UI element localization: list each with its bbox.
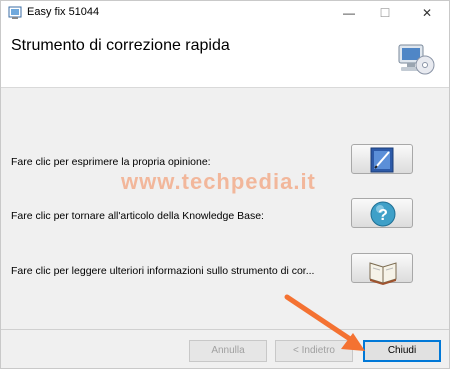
svg-text:?: ? [378, 207, 388, 224]
feedback-label: Fare clic per esprimere la propria opini… [11, 156, 211, 168]
easy-fix-window: Easy fix 51044 — ☐ ✕ Strumento di correz… [0, 0, 450, 369]
watermark-text: www.techpedia.it [121, 169, 316, 194]
more-info-label: Fare clic per leggere ulteriori informaz… [11, 265, 315, 277]
minimize-button[interactable]: — [331, 1, 367, 25]
close-window-button[interactable]: ✕ [409, 1, 445, 25]
open-book-icon [369, 262, 397, 285]
knowledge-base-label: Fare clic per tornare all'articolo della… [11, 210, 264, 222]
pointer-arrow-icon [284, 294, 365, 351]
feedback-button[interactable] [351, 144, 413, 174]
knowledge-base-button[interactable]: ? [351, 198, 413, 228]
computer-cd-icon [398, 44, 435, 75]
page-title: Strumento di correzione rapida [11, 37, 230, 54]
app-icon [8, 6, 22, 19]
title-bar: Easy fix 51044 — ☐ ✕ [1, 1, 449, 25]
window-title: Easy fix 51044 [27, 6, 100, 18]
help-question-icon: ? [370, 201, 396, 227]
wizard-header: Strumento di correzione rapida [1, 25, 449, 88]
cancel-button[interactable]: Annulla [189, 340, 267, 362]
maximize-button[interactable]: ☐ [367, 1, 403, 25]
more-info-button[interactable] [351, 253, 413, 285]
feedback-pencil-icon [370, 147, 394, 173]
